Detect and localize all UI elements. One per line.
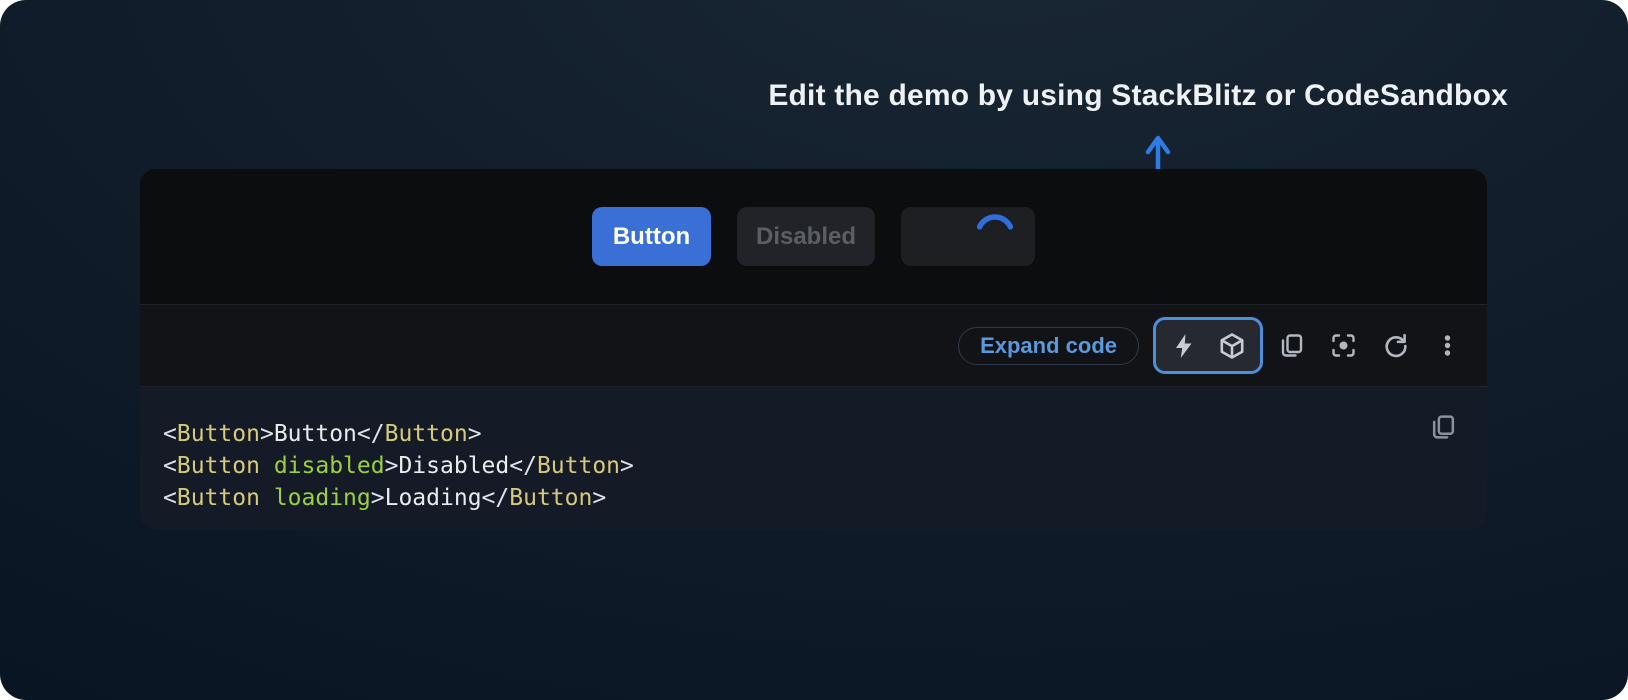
refresh-icon xyxy=(1382,332,1409,359)
more-icon xyxy=(1434,332,1461,359)
more-actions-button[interactable] xyxy=(1421,320,1473,372)
isolate-demo-button[interactable] xyxy=(1317,320,1369,372)
demo-preview-area: Button Disabled xyxy=(140,169,1487,304)
demo-card: Button Disabled Expand code xyxy=(140,169,1487,530)
loading-button xyxy=(901,207,1035,266)
primary-button[interactable]: Button xyxy=(592,207,711,266)
copy-icon xyxy=(1278,332,1305,359)
page: Edit the demo by using StackBlitz or Cod… xyxy=(0,0,1628,700)
demo-toolbar: Expand code xyxy=(140,304,1487,387)
isolate-icon xyxy=(1330,332,1357,359)
disabled-button: Disabled xyxy=(737,207,875,266)
stackblitz-button[interactable] xyxy=(1169,331,1199,361)
copy-icon xyxy=(1429,413,1457,441)
code-line: <Button disabled>Disabled</Button> xyxy=(163,450,1457,482)
codesandbox-button[interactable] xyxy=(1217,331,1247,361)
refresh-demo-button[interactable] xyxy=(1369,320,1421,372)
annotation-heading: Edit the demo by using StackBlitz or Cod… xyxy=(768,79,1508,113)
codesandbox-icon xyxy=(1218,332,1246,360)
stackblitz-icon xyxy=(1170,332,1198,360)
code-block: <Button>Button</Button><Button disabled>… xyxy=(163,418,1457,514)
copy-code-button[interactable] xyxy=(1425,409,1461,445)
copy-demo-button[interactable] xyxy=(1265,320,1317,372)
code-line: <Button>Button</Button> xyxy=(163,418,1457,450)
expand-code-button[interactable]: Expand code xyxy=(958,327,1139,365)
code-area: <Button>Button</Button><Button disabled>… xyxy=(140,387,1487,530)
loading-spinner-icon xyxy=(975,214,1015,254)
sandbox-highlight-box xyxy=(1153,317,1263,374)
code-line: <Button loading>Loading</Button> xyxy=(163,482,1457,514)
